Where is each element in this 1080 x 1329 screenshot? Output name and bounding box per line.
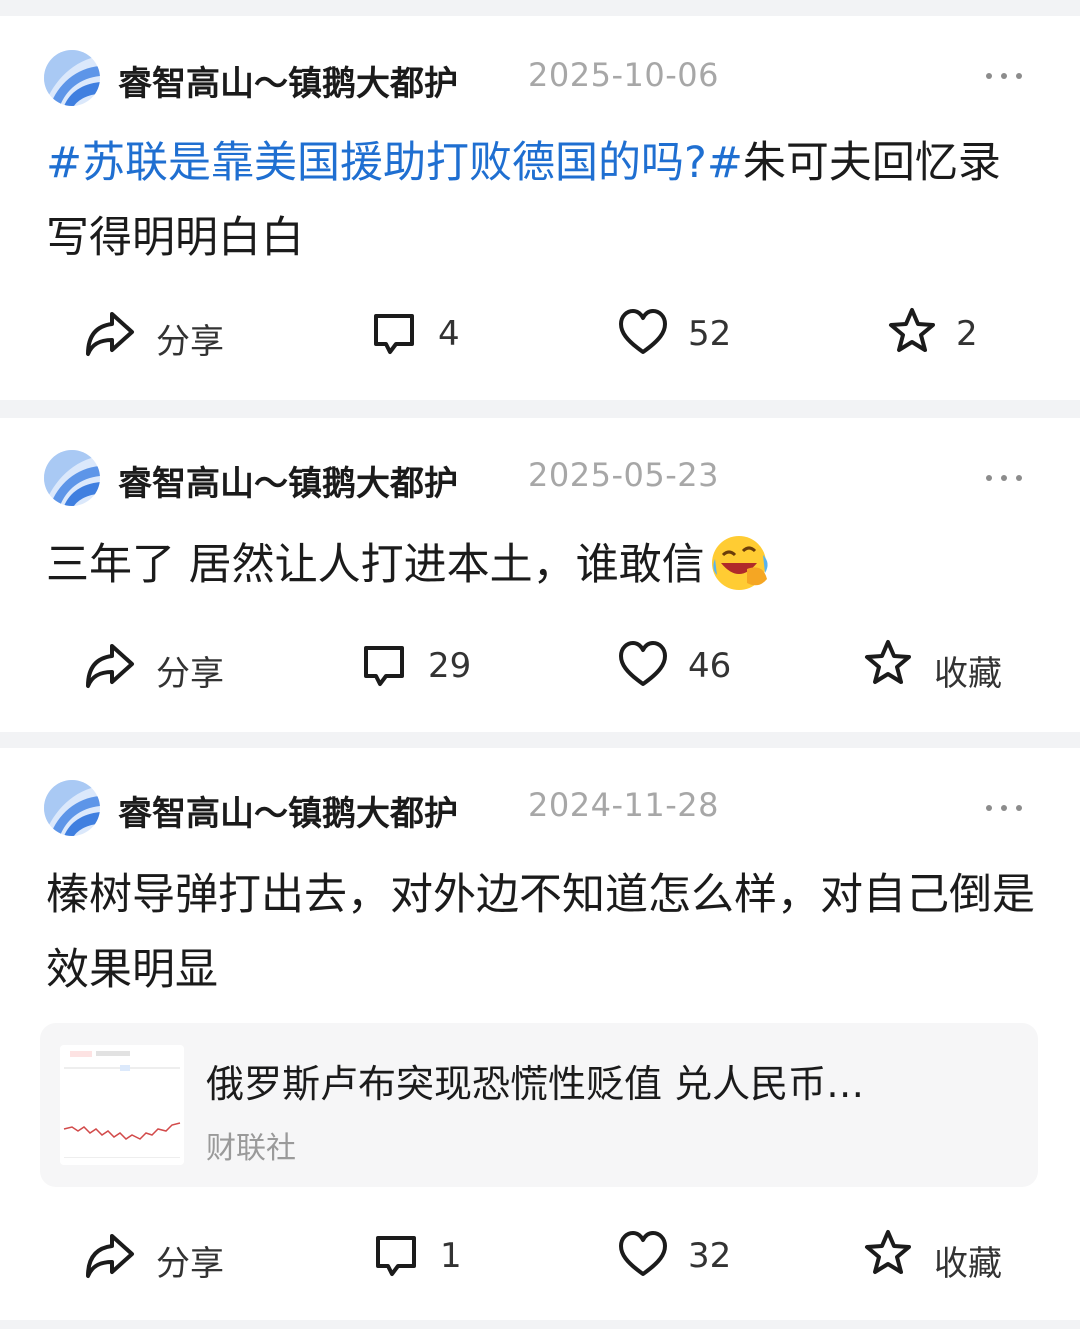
heart-icon <box>619 641 667 686</box>
share-button[interactable]: 分享 <box>84 636 244 696</box>
more-icon[interactable] <box>984 472 1024 484</box>
share-label: 分享 <box>156 654 224 694</box>
share-button[interactable]: 分享 <box>84 304 244 364</box>
post-card[interactable]: 睿智高山～镇鹅大都护 2024-11-28 榛树导弹打出去，对外边不知道怎么样，… <box>0 748 1080 1320</box>
share-label: 分享 <box>156 1244 224 1284</box>
comment-icon <box>376 1236 416 1276</box>
like-button[interactable]: 32 <box>618 1226 748 1286</box>
username[interactable]: 睿智高山～镇鹅大都护 <box>118 56 458 105</box>
heart-icon <box>619 1231 667 1276</box>
username[interactable]: 睿智高山～镇鹅大都护 <box>118 456 458 505</box>
share-icon <box>86 644 134 688</box>
post-header: 睿智高山～镇鹅大都护 2025-10-06 <box>0 16 1080 136</box>
post-header: 睿智高山～镇鹅大都护 2024-11-28 <box>0 748 1080 868</box>
like-count: 46 <box>688 646 732 686</box>
hashtag-link[interactable]: #苏联是靠美国援助打败德国的吗?# <box>46 138 743 188</box>
action-bar: 分享 29 46 收藏 <box>0 636 1080 696</box>
link-preview-card[interactable]: 俄罗斯卢布突现恐慌性贬值 兑人民币… 财联社 <box>40 1023 1038 1187</box>
avatar[interactable] <box>44 780 100 836</box>
star-icon <box>865 640 911 684</box>
link-source: 财联社 <box>206 1131 296 1166</box>
laughing-emoji-icon <box>711 536 768 590</box>
star-icon <box>889 308 935 352</box>
avatar[interactable] <box>44 50 100 106</box>
favorite-button[interactable]: 收藏 <box>862 1226 1022 1286</box>
like-button[interactable]: 46 <box>618 636 748 696</box>
comment-button[interactable]: 1 <box>372 1226 492 1286</box>
action-bar: 分享 1 32 收藏 <box>0 1226 1080 1286</box>
share-icon <box>86 1234 134 1278</box>
comment-icon <box>364 646 404 686</box>
star-icon <box>865 1230 911 1274</box>
post-card[interactable]: 睿智高山～镇鹅大都护 2025-05-23 三年了 居然让人打进本土，谁敢信 分… <box>0 418 1080 732</box>
favorite-label: 收藏 <box>934 654 1002 694</box>
comment-count: 1 <box>440 1236 462 1276</box>
username[interactable]: 睿智高山～镇鹅大都护 <box>118 786 458 835</box>
post-card[interactable]: 睿智高山～镇鹅大都护 2025-10-06 #苏联是靠美国援助打败德国的吗?#朱… <box>0 16 1080 400</box>
comment-count: 4 <box>438 314 460 354</box>
more-icon[interactable] <box>984 70 1024 82</box>
favorite-button[interactable]: 收藏 <box>862 636 1022 696</box>
comment-button[interactable]: 4 <box>370 304 490 364</box>
favorite-count: 2 <box>956 314 978 354</box>
favorite-label: 收藏 <box>934 1244 1002 1284</box>
share-icon <box>86 312 134 356</box>
like-count: 52 <box>688 314 732 354</box>
post-date: 2024-11-28 <box>528 786 719 824</box>
like-button[interactable]: 52 <box>618 304 748 364</box>
comment-button[interactable]: 29 <box>360 636 490 696</box>
like-count: 32 <box>688 1236 732 1276</box>
action-bar: 分享 4 52 2 <box>0 304 1080 364</box>
post-text[interactable]: 三年了 居然让人打进本土，谁敢信 <box>46 528 1036 603</box>
comment-icon <box>374 314 414 354</box>
more-icon[interactable] <box>984 802 1024 814</box>
link-title: 俄罗斯卢布突现恐慌性贬值 兑人民币… <box>206 1062 865 1106</box>
link-thumbnail <box>60 1045 184 1165</box>
share-label: 分享 <box>156 322 224 362</box>
share-button[interactable]: 分享 <box>84 1226 244 1286</box>
post-header: 睿智高山～镇鹅大都护 2025-05-23 <box>0 418 1080 538</box>
favorite-button[interactable]: 2 <box>886 304 1006 364</box>
post-text[interactable]: #苏联是靠美国援助打败德国的吗?#朱可夫回忆录写得明明白白 <box>46 126 1036 276</box>
post-text[interactable]: 榛树导弹打出去，对外边不知道怎么样，对自己倒是效果明显 <box>46 858 1036 1008</box>
avatar[interactable] <box>44 450 100 506</box>
heart-icon <box>619 309 667 354</box>
comment-count: 29 <box>428 646 472 686</box>
post-date: 2025-05-23 <box>528 456 719 494</box>
post-date: 2025-10-06 <box>528 56 719 94</box>
